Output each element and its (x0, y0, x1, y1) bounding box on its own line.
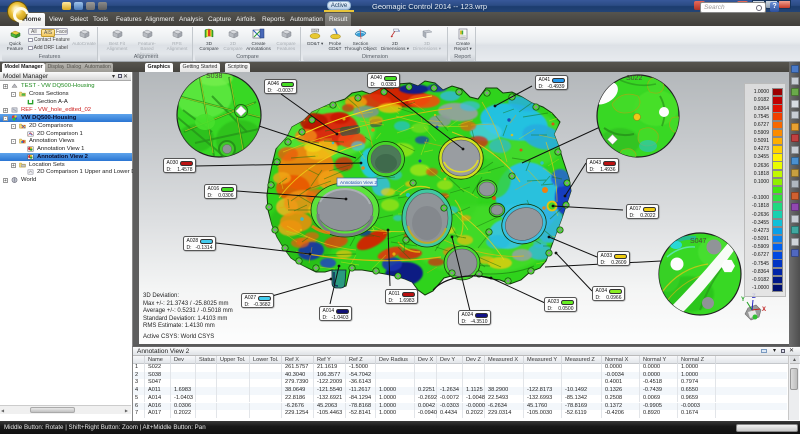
svg-text:X: X (762, 307, 766, 313)
svg-text:Annotation View 2: Annotation View 2 (340, 180, 377, 185)
svg-text:S038: S038 (206, 73, 222, 80)
svg-text:S022: S022 (626, 75, 642, 82)
svg-text:Y: Y (741, 297, 745, 303)
svg-text:S047: S047 (690, 238, 706, 245)
